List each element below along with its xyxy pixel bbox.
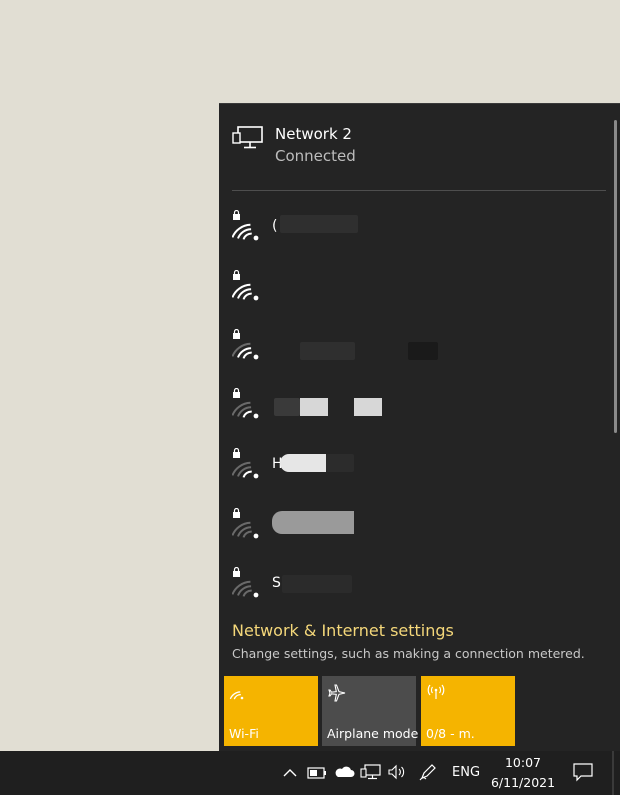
wifi-network-name: ( [272, 218, 278, 234]
secured-wifi-icon [231, 447, 264, 484]
clock-date[interactable]: 6/11/2021 [489, 775, 557, 790]
redacted-name [274, 398, 300, 416]
battery-icon[interactable] [307, 765, 327, 784]
secured-wifi-icon [231, 209, 264, 246]
flyout-scrollbar[interactable] [614, 120, 617, 433]
airplane-icon [327, 683, 347, 707]
mobile-hotspot-tile[interactable]: 0/8 - m. [421, 676, 515, 746]
redacted-name [354, 398, 382, 416]
airplane-mode-tile[interactable]: Airplane mode [322, 676, 419, 746]
wifi-network-name: S [272, 575, 281, 591]
wifi-network-item[interactable] [231, 269, 602, 314]
wifi-toggle-tile[interactable]: Wi-Fi [224, 676, 318, 746]
secured-wifi-icon [231, 269, 264, 306]
secured-wifi-icon [231, 387, 264, 424]
secured-wifi-icon [231, 507, 264, 544]
hotspot-tile-label: 0/8 - m. [426, 726, 475, 741]
volume-icon[interactable] [387, 764, 407, 784]
wifi-network-item[interactable]: S [231, 566, 602, 611]
wifi-network-item[interactable] [231, 328, 602, 373]
connected-network-status: Connected [275, 147, 356, 165]
redacted-name [326, 454, 354, 472]
redacted-name [280, 454, 326, 472]
redacted-name [280, 215, 358, 233]
onedrive-cloud-icon[interactable] [333, 764, 355, 784]
wifi-icon [229, 683, 247, 705]
redacted-name [272, 511, 354, 534]
connected-network-name: Network 2 [275, 125, 352, 143]
wifi-network-item[interactable]: ( [231, 209, 602, 254]
pen-icon[interactable] [418, 762, 438, 786]
show-hidden-icons-chevron[interactable] [282, 765, 298, 784]
connected-network[interactable]: Network 2 Connected [232, 124, 592, 168]
wifi-tile-label: Wi-Fi [229, 726, 259, 741]
secured-wifi-icon [231, 566, 264, 603]
settings-description: Change settings, such as making a connec… [232, 646, 585, 661]
airplane-tile-label: Airplane mode [327, 726, 419, 741]
redacted-name [300, 342, 355, 360]
show-desktop-button[interactable] [612, 751, 614, 795]
ethernet-monitor-icon [232, 125, 264, 155]
wifi-network-item[interactable]: H [231, 447, 602, 492]
secured-wifi-icon [231, 328, 264, 365]
divider [232, 190, 606, 191]
redacted-name [408, 342, 438, 360]
redacted-name [282, 575, 352, 593]
action-center-icon[interactable] [572, 762, 594, 786]
wifi-network-item[interactable] [231, 387, 602, 432]
network-icon[interactable] [360, 763, 382, 785]
clock-time[interactable]: 10:07 [493, 755, 553, 770]
input-language-indicator[interactable]: ENG [452, 765, 480, 780]
redacted-name [300, 398, 328, 416]
mobile-hotspot-icon [426, 683, 446, 705]
wifi-network-item[interactable] [231, 507, 602, 552]
network-internet-settings-link[interactable]: Network & Internet settings [232, 621, 454, 640]
